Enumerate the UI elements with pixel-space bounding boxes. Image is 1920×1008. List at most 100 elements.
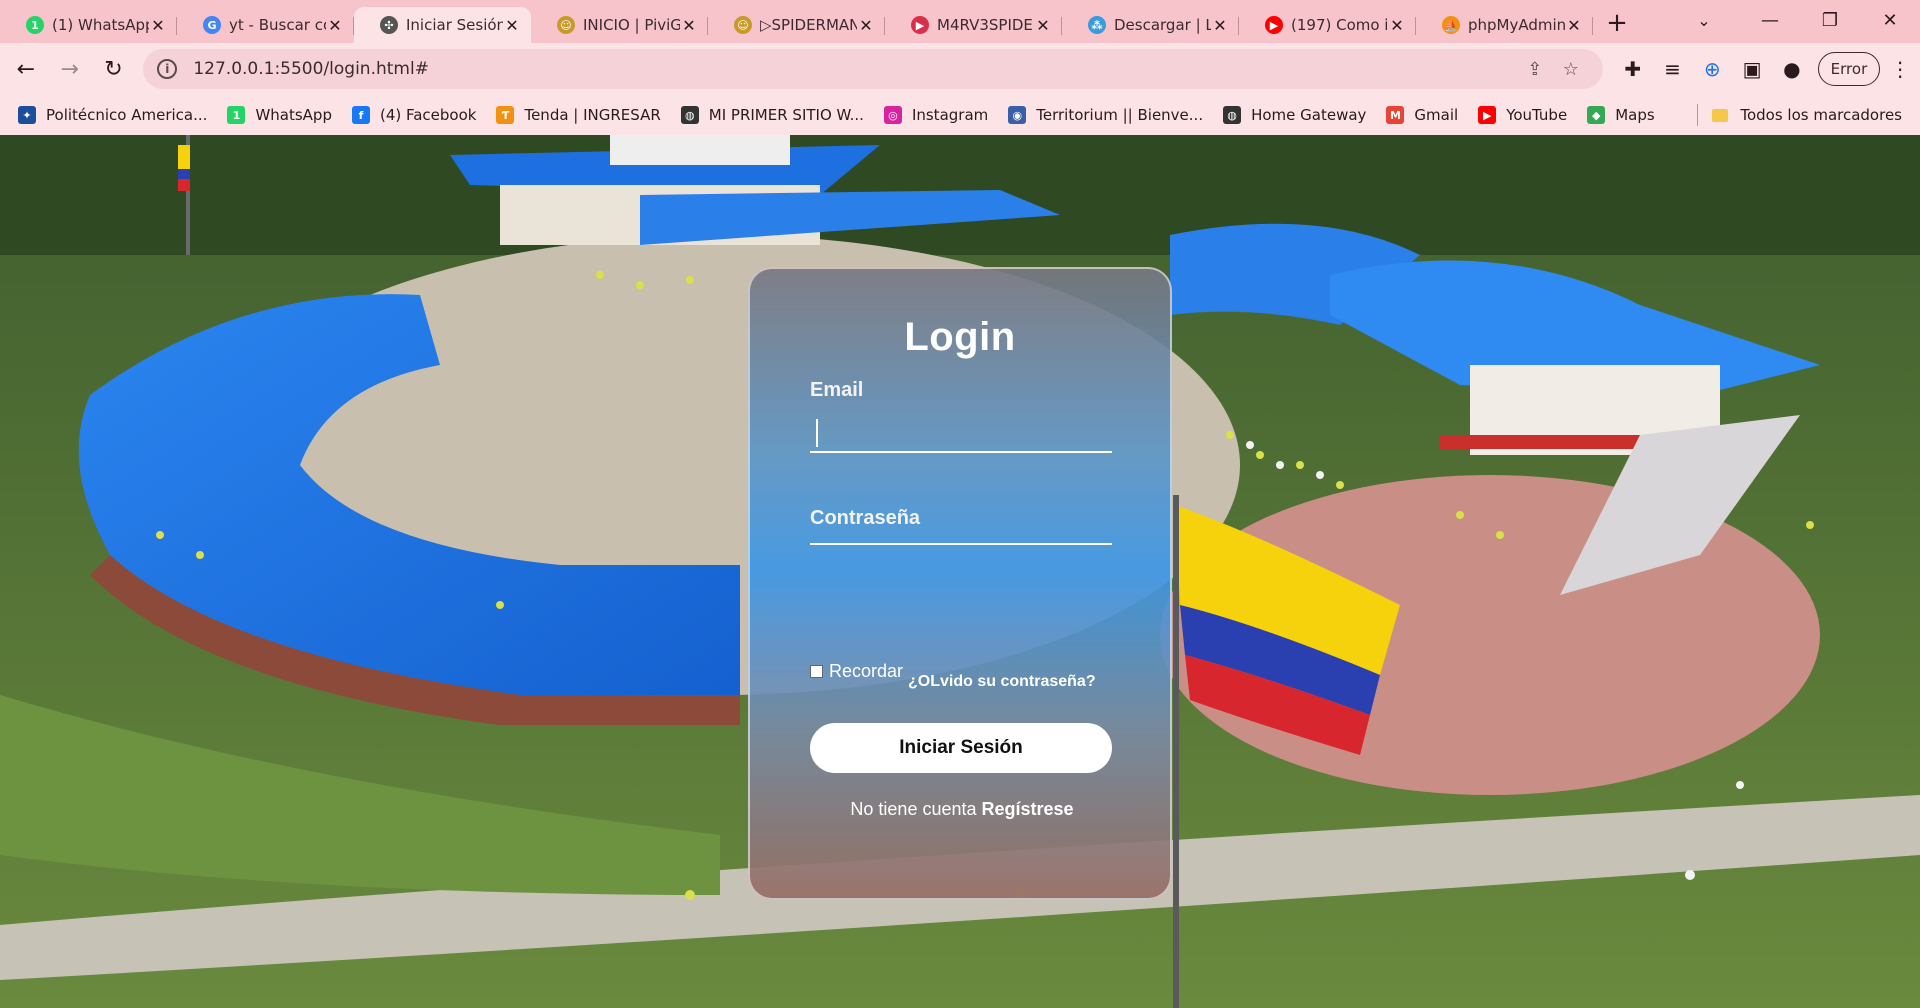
register-prefix: No tiene cuenta [850, 799, 977, 819]
reload-icon[interactable]: ↻ [96, 51, 132, 87]
bookmark-label: Home Gateway [1251, 106, 1367, 124]
tab-title: phpMyAdmin [1468, 16, 1565, 34]
all-bookmarks-button[interactable]: Todos los marcadores [1697, 95, 1902, 135]
tab-close-icon[interactable]: ✕ [857, 16, 875, 35]
bookmarks-bar: ✦ Politécnico America... 1 WhatsApp f (4) Fac… [0, 95, 1920, 135]
tab-title: (197) Como in [1291, 16, 1388, 34]
tab-close-icon[interactable]: ✕ [503, 16, 521, 35]
bookmark-item[interactable]: M Gmail [1386, 106, 1458, 124]
browser-tab[interactable]: ▶ M4RV3SPIDE ✕ [885, 7, 1062, 43]
side-panel-icon[interactable]: ▣ [1732, 49, 1772, 89]
tab-close-icon[interactable]: ✕ [1388, 16, 1406, 35]
register-link[interactable]: Regístrese [982, 799, 1074, 819]
browser-tab[interactable]: ⛵ phpMyAdmin ✕ [1416, 7, 1593, 43]
all-bookmarks-label: Todos los marcadores [1740, 106, 1902, 124]
minimize-icon[interactable]: — [1740, 0, 1800, 40]
download-site-icon: ⁂ [1088, 16, 1106, 34]
text-cursor [816, 419, 818, 447]
bookmark-label: WhatsApp [255, 106, 332, 124]
login-submit-button[interactable]: Iniciar Sesión [810, 723, 1112, 773]
browser-tab[interactable]: ▶ (197) Como in ✕ [1239, 7, 1416, 43]
error-button[interactable]: Error [1817, 52, 1881, 86]
bookmark-item[interactable]: ◍ Home Gateway [1223, 106, 1366, 124]
bookmark-label: MI PRIMER SITIO W... [708, 106, 864, 124]
browser-tab[interactable]: ☺ INICIO | PiviG ✕ [531, 7, 708, 43]
politecnico-icon: ✦ [18, 106, 36, 124]
bookmarks-divider [1697, 104, 1699, 126]
tab-close-icon[interactable]: ✕ [1211, 16, 1229, 35]
browser-tab[interactable]: ✣ Iniciar Sesión ✕ [354, 7, 531, 43]
bookmark-label: Instagram [911, 106, 989, 124]
youtube-icon: ▶ [1478, 106, 1497, 124]
forgot-password-link[interactable]: ¿OLvido su contraseña? [908, 673, 1096, 691]
window-controls: — ❐ ✕ [1740, 0, 1920, 40]
password-field[interactable]: Contraseña [810, 507, 1112, 545]
url-text[interactable]: 127.0.0.1:5500/login.html# [193, 59, 1517, 79]
kebab-menu-icon[interactable]: ⋮ [1880, 49, 1920, 89]
browser-tab[interactable]: Gyt - Buscar co ✕ [177, 7, 354, 43]
new-tab-button[interactable]: + [1599, 5, 1635, 41]
page-viewport: Login Email Contraseña Recordar ¿OLvido … [0, 135, 1920, 1008]
site-info-icon[interactable]: i [157, 59, 178, 79]
back-arrow-icon[interactable]: ← [8, 51, 44, 87]
bookmark-label: YouTube [1506, 106, 1568, 124]
bookmark-label: Gmail [1414, 106, 1459, 124]
bookmark-star-icon[interactable]: ☆ [1553, 59, 1589, 80]
extensions-puzzle-icon[interactable]: ✚ [1613, 49, 1653, 89]
remember-label: Recordar [829, 661, 904, 681]
tab-close-icon[interactable]: ✕ [1565, 16, 1583, 35]
bookmark-item[interactable]: ◉ Territorium || Bienve... [1008, 106, 1203, 124]
whatsapp-icon: 1 [227, 106, 246, 124]
tab-title: (1) WhatsApp [52, 16, 149, 34]
login-title: Login [904, 315, 1016, 359]
bookmark-item[interactable]: ◆ Maps [1587, 106, 1655, 124]
password-label: Contraseña [810, 507, 921, 529]
password-underline [810, 543, 1112, 545]
bookmark-item[interactable]: ✦ Politécnico America... [18, 106, 207, 124]
bookmark-item[interactable]: ▶ YouTube [1478, 106, 1567, 124]
profile-avatar-icon[interactable]: ● [1772, 49, 1812, 89]
bookmark-label: (4) Facebook [379, 106, 477, 124]
tab-strip: 1 (1) WhatsApp ✕ Gyt - Buscar co ✕ ✣ Iniciar S… [0, 0, 1920, 43]
folder-icon [1712, 108, 1729, 122]
tab-title: M4RV3SPIDE [937, 16, 1033, 34]
browser-toolbar: ← → ↻ i 127.0.0.1:5500/login.html# ⇪ ☆ ✚… [0, 43, 1920, 95]
download-icon[interactable]: ⊕ [1692, 49, 1732, 89]
bookmark-item[interactable]: ◎ Instagram [883, 106, 989, 124]
tab-title: Descargar | La [1114, 16, 1211, 34]
address-bar[interactable]: i 127.0.0.1:5500/login.html# ⇪ ☆ [143, 49, 1603, 89]
tab-title: yt - Buscar co [229, 16, 326, 34]
share-icon[interactable]: ⇪ [1517, 59, 1553, 80]
bookmark-list: ✦ Politécnico America... 1 WhatsApp f (4) Fac… [18, 106, 1675, 124]
remember-checkbox[interactable] [810, 665, 823, 678]
tab-close-icon[interactable]: ✕ [149, 16, 167, 35]
facebook-icon: f [351, 106, 370, 124]
bookmark-item[interactable]: f (4) Facebook [351, 106, 477, 124]
territorium-icon: ◉ [1008, 106, 1027, 124]
tab-close-icon[interactable]: ✕ [1034, 16, 1052, 35]
tenda-icon: Ƭ [496, 106, 515, 124]
close-window-icon[interactable]: ✕ [1860, 0, 1920, 40]
bookmark-item[interactable]: Ƭ Tenda | INGRESAR [496, 106, 661, 124]
bookmark-item[interactable]: ◍ MI PRIMER SITIO W... [680, 106, 864, 124]
google-icon: G [203, 16, 221, 34]
m4rv3l-icon: ▶ [911, 16, 929, 34]
media-queue-icon[interactable]: ≡ [1653, 49, 1693, 89]
restore-icon[interactable]: ❐ [1800, 0, 1860, 40]
globe-icon: ◍ [680, 106, 699, 124]
bookmark-item[interactable]: 1 WhatsApp [227, 106, 332, 124]
browser-tab[interactable]: 1 (1) WhatsApp ✕ [0, 7, 177, 43]
tab-close-icon[interactable]: ✕ [680, 16, 698, 35]
browser-tab[interactable]: ☺ ▷SPIDERMAN ✕ [708, 7, 885, 43]
tab-close-icon[interactable]: ✕ [326, 16, 344, 35]
whatsapp-icon: 1 [26, 16, 44, 34]
tab-list: 1 (1) WhatsApp ✕ Gyt - Buscar co ✕ ✣ Iniciar S… [0, 0, 1593, 43]
remember-checkbox-row[interactable]: Recordar [810, 661, 903, 682]
email-label: Email [810, 379, 864, 401]
globe-icon: ◍ [1223, 106, 1242, 124]
forward-arrow-icon[interactable]: → [52, 51, 88, 87]
register-row: No tiene cuenta Regístrese [750, 799, 1174, 820]
browser-tab[interactable]: ⁂ Descargar | La✕ [1062, 7, 1239, 43]
tab-search-chevron-icon[interactable]: ⌄ [1686, 2, 1722, 38]
email-field[interactable]: Email [810, 379, 1112, 453]
